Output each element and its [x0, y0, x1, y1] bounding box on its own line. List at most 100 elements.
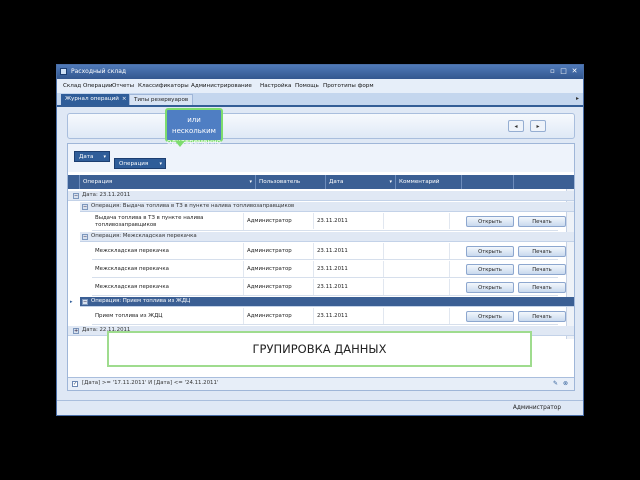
cell-comment	[384, 308, 450, 324]
header-open	[462, 175, 514, 189]
status-user: Администратор	[512, 405, 561, 411]
open-button[interactable]: Открыть	[466, 216, 514, 227]
cell-date: 23.11.2011	[314, 243, 384, 259]
cell-operation: Выдача топлива в ТЗ в пункте налива топл…	[92, 213, 244, 230]
print-button[interactable]: Печать	[518, 246, 566, 257]
table-row[interactable]: Прием топлива из ЖДЦ Администратор 23.11…	[92, 308, 566, 325]
group-row-label: Дата: 23.11.2011	[82, 192, 131, 198]
caption-banner: ГРУПИРОВКА ДАННЫХ	[107, 331, 532, 367]
filter-bar: ✓ [Дата] >= '17.11.2011' И [Дата] <= '24…	[68, 377, 574, 390]
header-operation-label: Операция	[83, 179, 113, 185]
cell-date: 23.11.2011	[314, 308, 384, 324]
header-comment[interactable]: Комментарий	[396, 175, 462, 189]
open-button[interactable]: Открыть	[466, 246, 514, 257]
group-row-label: Операция: Прием топлива из ЖДЦ	[91, 298, 191, 304]
maximize-button[interactable]: □	[559, 67, 568, 76]
callout-pointer	[175, 141, 185, 147]
group-chip-date[interactable]: Дата ▾	[74, 151, 110, 162]
window-title: Расходный склад	[71, 68, 127, 75]
group-by-area: Дата ▾ Операция ▾	[68, 144, 574, 172]
filter-enable-checkbox[interactable]: ✓	[72, 381, 78, 387]
close-button[interactable]: ✕	[570, 67, 579, 76]
cell-operation: Прием топлива из ЖДЦ	[92, 308, 244, 324]
menu-bar: Склад Операции Отчеты Классификаторы Адм…	[57, 79, 583, 93]
expand-icon[interactable]: +	[73, 328, 79, 334]
collapse-icon[interactable]: −	[82, 299, 88, 305]
cell-comment	[384, 213, 450, 229]
header-date-label: Дата	[329, 179, 344, 185]
callout-line-1: или нескольким	[172, 116, 216, 135]
table-row[interactable]: Межскладская перекачка Администратор 23.…	[92, 279, 566, 296]
menu-item-settings[interactable]: Настройка	[260, 83, 291, 89]
table-row[interactable]: Межскладская перекачка Администратор 23.…	[92, 261, 566, 278]
collapse-icon[interactable]: −	[73, 193, 79, 199]
status-bar: Администратор	[57, 400, 583, 415]
print-button[interactable]: Печать	[518, 282, 566, 293]
group-row-operation-selected[interactable]: − Операция: Прием топлива из ЖДЦ	[80, 297, 574, 307]
group-row-operation[interactable]: − Операция: Выдача топлива в ТЗ в пункте…	[80, 202, 574, 212]
tab-bar: Журнал операций × Типы резервуаров ▸	[57, 93, 583, 107]
open-button[interactable]: Открыть	[466, 264, 514, 275]
menu-item-classifiers[interactable]: Классификаторы	[138, 83, 189, 89]
cell-user: Администратор	[244, 213, 314, 229]
cell-date: 23.11.2011	[314, 279, 384, 295]
tab-close-icon[interactable]: ×	[122, 96, 127, 102]
group-row-label: Операция: Межскладская перекачка	[91, 233, 197, 239]
header-date[interactable]: Дата ▾	[326, 175, 396, 189]
cell-user: Администратор	[244, 261, 314, 277]
edit-filter-icon[interactable]: ✎	[553, 380, 558, 387]
app-icon	[60, 68, 67, 75]
print-button[interactable]: Печать	[518, 216, 566, 227]
menu-item-operations[interactable]: Операции	[83, 83, 113, 89]
cell-operation-line2: топливозаправщиков	[95, 221, 157, 228]
group-chip-operation-label: Операция	[119, 161, 149, 167]
menu-item-sklad[interactable]: Склад	[63, 83, 81, 89]
title-bar: Расходный склад ▫ □ ✕	[57, 65, 583, 79]
open-button[interactable]: Открыть	[466, 282, 514, 293]
chevron-down-icon: ▾	[103, 154, 106, 160]
header-print	[514, 175, 574, 189]
cell-operation: Межскладская перекачка	[92, 261, 244, 277]
grid-header: Операция ▾ Пользователь Дата ▾ Комментарий	[68, 175, 574, 189]
menu-item-help[interactable]: Помощь	[295, 83, 319, 89]
header-user[interactable]: Пользователь	[256, 175, 326, 189]
collapse-icon[interactable]: −	[82, 234, 88, 240]
toolbar-back-button[interactable]: ◂	[508, 120, 524, 132]
cell-operation: Межскладская перекачка	[92, 279, 244, 295]
cell-user: Администратор	[244, 279, 314, 295]
menu-item-prototypes[interactable]: Прототипы форм	[323, 83, 374, 89]
toolbar-panel: ◂ ▸	[67, 113, 575, 139]
cell-comment	[384, 261, 450, 277]
sort-icon: ▾	[249, 179, 252, 185]
cell-date: 23.11.2011	[314, 261, 384, 277]
tooltip-callout: или нескольким одновременно	[165, 108, 223, 147]
filter-expression[interactable]: [Дата] >= '17.11.2011' И [Дата] <= '24.1…	[82, 380, 218, 386]
tab-tank-types[interactable]: Типы резервуаров	[129, 94, 194, 105]
group-row-date[interactable]: − Дата: 23.11.2011	[68, 191, 574, 201]
sort-icon: ▾	[389, 179, 392, 185]
print-button[interactable]: Печать	[518, 264, 566, 275]
toolbar-forward-button[interactable]: ▸	[530, 120, 546, 132]
group-chip-date-label: Дата	[79, 154, 94, 160]
print-button[interactable]: Печать	[518, 311, 566, 322]
tab-scroll-icon[interactable]: ▸	[576, 95, 579, 102]
collapse-icon[interactable]: −	[82, 204, 88, 210]
chevron-down-icon: ▾	[159, 161, 162, 167]
group-row-label: Операция: Выдача топлива в ТЗ в пункте н…	[91, 203, 295, 209]
open-button[interactable]: Открыть	[466, 311, 514, 322]
tab-journal[interactable]: Журнал операций ×	[61, 94, 131, 105]
header-operation[interactable]: Операция ▾	[80, 175, 256, 189]
table-row[interactable]: Выдача топлива в ТЗ в пункте налива топл…	[92, 213, 566, 231]
menu-item-administration[interactable]: Администрирование	[191, 83, 252, 89]
clear-filter-icon[interactable]: ⊗	[563, 380, 568, 387]
minimize-button[interactable]: ▫	[548, 67, 557, 76]
header-indent	[68, 175, 80, 189]
cell-user: Администратор	[244, 243, 314, 259]
cell-operation: Межскладская перекачка	[92, 243, 244, 259]
cell-date: 23.11.2011	[314, 213, 384, 229]
table-row[interactable]: Межскладская перекачка Администратор 23.…	[92, 243, 566, 260]
group-chip-operation[interactable]: Операция ▾	[114, 158, 166, 169]
group-row-operation[interactable]: − Операция: Межскладская перекачка	[80, 232, 574, 242]
menu-item-reports[interactable]: Отчеты	[112, 83, 134, 89]
cell-comment	[384, 279, 450, 295]
